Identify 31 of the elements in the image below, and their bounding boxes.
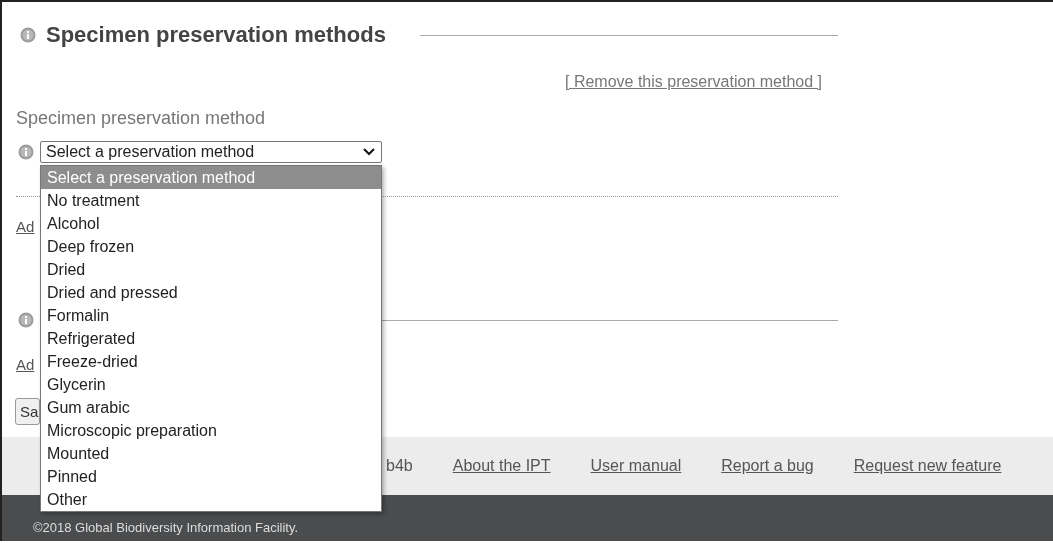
section-title: Specimen preservation methods xyxy=(46,22,386,48)
info-icon[interactable] xyxy=(20,27,36,43)
dropdown-option[interactable]: Dried and pressed xyxy=(41,281,381,304)
add-link[interactable]: Ad xyxy=(16,355,35,373)
dropdown-option[interactable]: Glycerin xyxy=(41,373,381,396)
dropdown-option[interactable]: Refrigerated xyxy=(41,327,381,350)
footer-link[interactable]: About the IPT xyxy=(452,457,551,475)
footer-link[interactable]: Report a bug xyxy=(721,457,814,475)
add-link[interactable]: Ad xyxy=(16,217,35,235)
caret-icon xyxy=(363,148,375,156)
footer-link[interactable]: Request new feature xyxy=(853,457,1002,475)
version-text: b4b xyxy=(386,457,413,475)
dropdown-option[interactable]: Mounted xyxy=(41,442,381,465)
dropdown-option[interactable]: Alcohol xyxy=(41,212,381,235)
field-label: Specimen preservation method xyxy=(16,107,267,130)
dropdown-option[interactable]: Formalin xyxy=(41,304,381,327)
dropdown-option[interactable]: Microscopic preparation xyxy=(41,419,381,442)
copyright-text: ©2018 Global Biodiversity Information Facility. xyxy=(33,520,299,535)
dropdown-option[interactable]: Pinned xyxy=(41,465,381,488)
info-icon[interactable] xyxy=(18,144,34,160)
dropdown-option[interactable]: Gum arabic xyxy=(41,396,381,419)
save-button[interactable]: Sa xyxy=(15,398,41,425)
dropdown-option[interactable]: Dried xyxy=(41,258,381,281)
dropdown-option[interactable]: Freeze-dried xyxy=(41,350,381,373)
footer-link[interactable]: User manual xyxy=(590,457,682,475)
dropdown-option[interactable]: Deep frozen xyxy=(41,235,381,258)
dropdown-option[interactable]: Other xyxy=(41,488,381,511)
info-icon[interactable] xyxy=(18,312,34,328)
dropdown-option[interactable]: No treatment xyxy=(41,189,381,212)
select-field[interactable]: Select a preservation method xyxy=(40,141,382,163)
remove-link[interactable]: [ Remove this preservation method ] xyxy=(565,73,822,91)
